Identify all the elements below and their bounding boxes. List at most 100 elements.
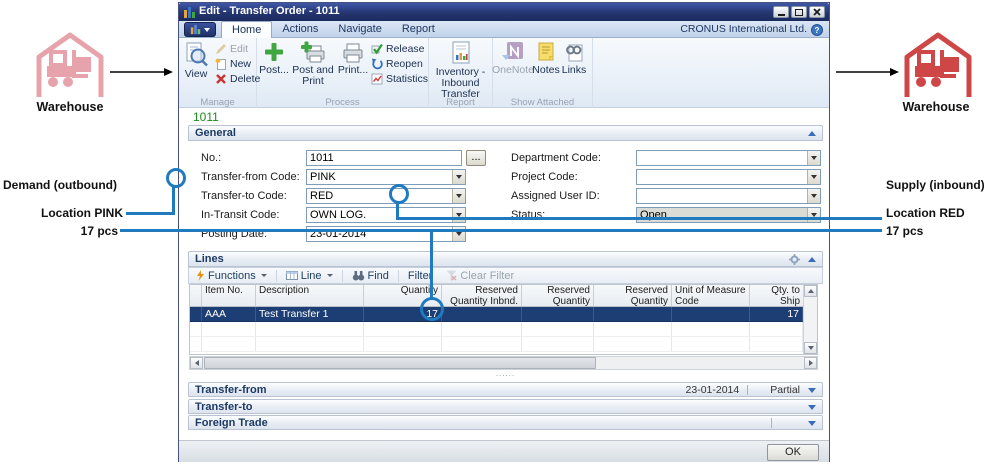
onenote-button[interactable]: OneNote [494, 40, 532, 76]
table-row-empty[interactable] [190, 322, 803, 337]
tab-navigate[interactable]: Navigate [328, 21, 391, 38]
cell-reserved-quantity-inbnd[interactable] [442, 307, 522, 322]
column-header-reserved-quantity-outbnd[interactable]: Reserved Quantity Outbnd. [594, 285, 672, 306]
filter-button[interactable]: Filter [401, 268, 439, 283]
project-code-label: Project Code: [511, 171, 578, 183]
statistics-label: Statistics [386, 73, 428, 85]
lines-section-header[interactable]: Lines [188, 251, 823, 267]
no-field[interactable]: 1011 [306, 150, 462, 166]
cell-unit-of-measure[interactable] [672, 307, 750, 322]
cell-item-no[interactable]: AAA [202, 307, 256, 322]
delete-label: Delete [230, 73, 260, 85]
ribbon-group-show-attached: OneNote Notes [493, 38, 593, 108]
chevron-down-icon [456, 175, 462, 179]
general-section-header[interactable]: General [188, 125, 823, 141]
help-icon[interactable]: ? [811, 24, 823, 36]
assigned-user-dropdown-button[interactable] [807, 189, 820, 203]
tab-home[interactable]: Home [221, 21, 272, 38]
gear-icon[interactable] [789, 254, 800, 265]
splitter-handle[interactable]: ...... [188, 369, 823, 379]
close-icon [813, 8, 821, 16]
notes-button[interactable]: Notes [532, 40, 560, 76]
report-group-label: Report [429, 97, 492, 108]
view-button[interactable]: View [180, 40, 212, 80]
expand-foreign-trade-icon[interactable] [808, 421, 816, 426]
foreign-trade-section-header[interactable]: Foreign Trade [188, 415, 823, 430]
print-button[interactable]: Print... [336, 40, 370, 87]
clear-filter-icon [446, 270, 457, 281]
edit-button[interactable]: Edit [215, 41, 260, 56]
maximize-button[interactable] [791, 6, 807, 18]
pink-callout-stem [172, 187, 175, 214]
warehouse-label-left: Warehouse [18, 100, 122, 114]
project-code-field[interactable] [636, 169, 821, 185]
inventory-inbound-transfer-button[interactable]: Inventory - Inbound Transfer [431, 40, 491, 100]
project-dropdown-button[interactable] [807, 170, 820, 184]
transfer-to-section-header[interactable]: Transfer-to [188, 399, 823, 414]
release-button[interactable]: Release [371, 41, 428, 56]
department-code-field[interactable] [636, 150, 821, 166]
vertical-scrollbar[interactable] [803, 285, 817, 354]
triangle-down-icon [808, 346, 814, 350]
find-button[interactable]: Find [345, 268, 396, 283]
chevron-down-icon [327, 274, 333, 277]
table-row-selected[interactable]: AAA Test Transfer 1 17 17 [190, 307, 803, 322]
post-button[interactable]: Post... [258, 40, 290, 87]
column-header-unit-of-measure-code[interactable]: Unit of Measure Code [672, 285, 750, 306]
assigned-user-id-field[interactable] [636, 188, 821, 204]
no-value: 1011 [310, 152, 334, 164]
title-bar[interactable]: Edit - Transfer Order - 1011 [179, 3, 829, 21]
tab-report[interactable]: Report [392, 21, 445, 38]
toolbar-separator [398, 270, 399, 282]
delete-button[interactable]: Delete [215, 71, 260, 86]
toolbar-separator [276, 270, 277, 282]
tab-actions[interactable]: Actions [272, 21, 328, 38]
clear-filter-button[interactable]: Clear Filter [439, 268, 521, 283]
cell-qty-to-ship[interactable]: 17 [750, 307, 803, 322]
cell-reserved-quantity-outbnd[interactable] [594, 307, 672, 322]
column-header-reserved-quantity-inbnd[interactable]: Reserved Quantity Inbnd. [442, 285, 522, 306]
column-header-item-no[interactable]: Item No. [202, 285, 256, 306]
functions-button[interactable]: Functions [189, 268, 274, 283]
transfer-to-code-field[interactable]: RED [306, 188, 466, 204]
statistics-button[interactable]: Statistics [371, 71, 428, 86]
expand-transfer-from-icon[interactable] [808, 388, 816, 393]
department-dropdown-button[interactable] [807, 151, 820, 165]
expand-transfer-to-icon[interactable] [808, 405, 816, 410]
scroll-left-button[interactable] [190, 357, 203, 369]
cell-reserved-quantity-shipped[interactable] [522, 307, 594, 322]
column-header-description[interactable]: Description [256, 285, 364, 306]
collapse-general-icon[interactable] [808, 131, 816, 136]
collapse-lines-icon[interactable] [808, 257, 816, 262]
close-button[interactable] [809, 6, 825, 18]
row-selector-cell[interactable] [190, 307, 202, 322]
scrollbar-thumb[interactable] [204, 357, 596, 369]
application-menu-button[interactable] [184, 22, 216, 37]
cell-description[interactable]: Test Transfer 1 [256, 307, 364, 322]
grid-header-row: Item No. Description Quantity Reserved Q… [190, 285, 803, 307]
scroll-down-button[interactable] [804, 342, 817, 354]
minimize-button[interactable] [773, 6, 789, 18]
horizontal-scrollbar[interactable] [189, 356, 818, 370]
ok-button[interactable]: OK [767, 444, 819, 461]
line-button[interactable]: Line [279, 268, 340, 283]
no-lookup-button[interactable]: ... [466, 150, 486, 166]
reopen-button[interactable]: Reopen [371, 56, 428, 71]
scroll-up-button[interactable] [804, 285, 817, 297]
post-and-print-button[interactable]: Post and Print [290, 40, 336, 87]
in-transit-code-field[interactable]: OWN LOG. [306, 207, 466, 223]
department-code-label: Department Code: [511, 152, 601, 164]
transfer-from-dropdown-button[interactable] [452, 170, 465, 184]
statistics-icon [371, 73, 383, 85]
column-header-qty-to-ship[interactable]: Qty. to Ship [750, 285, 803, 306]
links-button[interactable]: Links [560, 40, 588, 76]
new-button[interactable]: New [215, 56, 260, 71]
scroll-right-button[interactable] [804, 357, 817, 369]
minimize-icon [778, 14, 785, 16]
transfer-to-dropdown-button[interactable] [452, 189, 465, 203]
transfer-from-section-header[interactable]: Transfer-from 23-01-2014 Partial [188, 382, 823, 397]
transfer-from-code-field[interactable]: PINK [306, 169, 466, 185]
application-menu-icon [190, 24, 201, 35]
column-header-reserved-quantity-shipped[interactable]: Reserved Quantity Shipped [522, 285, 594, 306]
table-row-empty[interactable] [190, 337, 803, 352]
